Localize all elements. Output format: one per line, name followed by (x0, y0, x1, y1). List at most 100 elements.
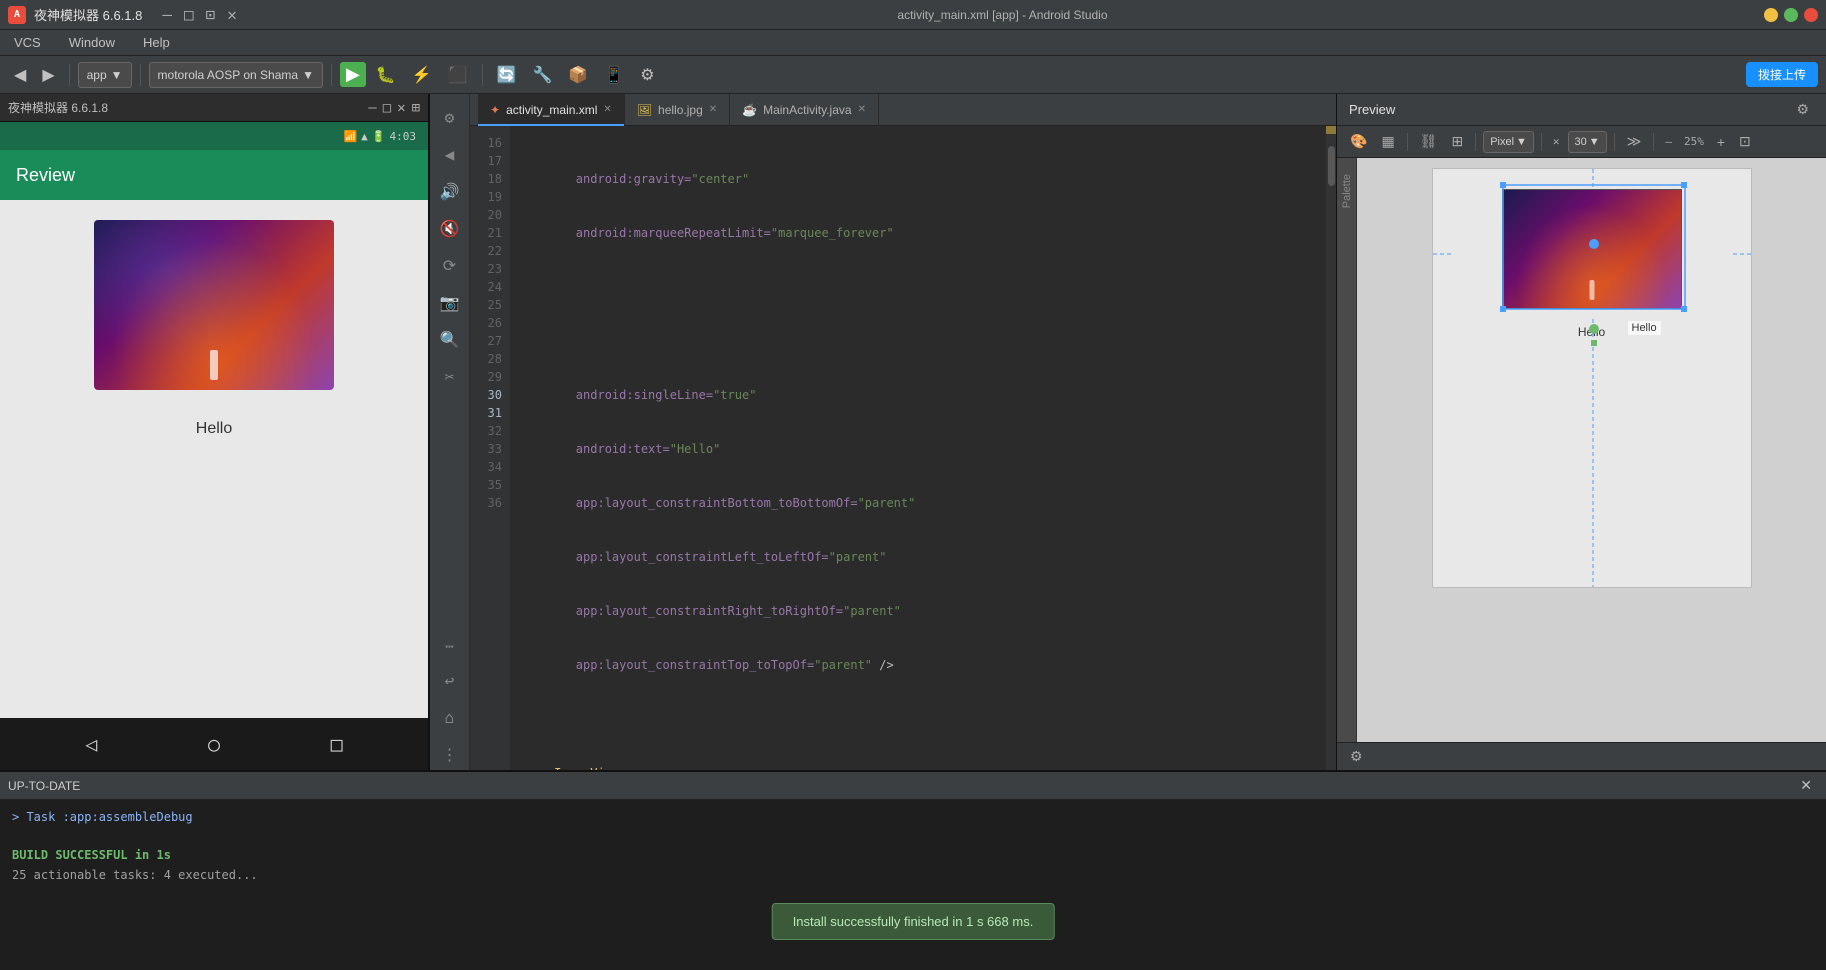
emulator-close[interactable]: ✕ (397, 100, 405, 116)
back-nav-icon[interactable]: ◁ (85, 732, 97, 756)
preview-constraint-button[interactable]: ⛓ (1415, 130, 1443, 153)
minimize-button[interactable] (1764, 8, 1778, 22)
cloud-upload-button[interactable]: 拨接上传 (1746, 62, 1818, 87)
editor-scrollbar[interactable] (1326, 126, 1336, 770)
close-icon[interactable]: ✕ (223, 5, 241, 24)
preview-palette-button[interactable]: 🎨 (1345, 130, 1372, 153)
code-line-21: android:text="Hello" (510, 440, 1326, 458)
run-button[interactable]: ▶ (340, 62, 366, 87)
side-home-icon[interactable]: ⌂ (439, 702, 461, 733)
app-config-dropdown[interactable]: app ▼ (78, 62, 132, 88)
output-line-tasks: 25 actionable tasks: 4 executed... (12, 866, 1814, 885)
maximize-button[interactable] (1784, 8, 1798, 22)
tab-main-activity-label: MainActivity.java (763, 103, 851, 117)
side-speaker-icon[interactable]: 🔊 (434, 176, 466, 207)
menu-window[interactable]: Window (63, 33, 121, 52)
menu-help[interactable]: Help (137, 33, 176, 52)
preview-title: Preview (1349, 102, 1395, 117)
emulator-pin[interactable]: ⊞ (412, 100, 420, 116)
side-back-icon[interactable]: ↩ (439, 665, 461, 696)
tab-close-main-activity[interactable]: ✕ (858, 104, 866, 115)
zoom-level-dropdown[interactable]: 30 ▼ (1568, 131, 1607, 153)
zoom-level-chevron: ▼ (1589, 136, 1600, 148)
minimize-icon[interactable]: — (158, 5, 176, 24)
fullscreen-icon[interactable]: ⊡ (202, 5, 220, 24)
tab-hello-jpg[interactable]: 🖼 hello.jpg ✕ (625, 94, 730, 126)
output-line-blank (12, 827, 1814, 846)
title-bar-left: A 夜神模拟器 6.6.1.8 — □ ⊡ ✕ (8, 5, 241, 24)
line-31: 31 (470, 404, 510, 422)
line-25: 25 (470, 296, 510, 314)
side-rotate-icon[interactable]: ⟳ (437, 250, 462, 281)
preview-sep-3 (1541, 133, 1542, 151)
sdk-button[interactable]: 📦 (562, 61, 594, 89)
line-numbers: 16 17 18 19 20 21 22 23 24 25 26 27 28 2… (470, 126, 510, 770)
emulator-panel: 夜神模拟器 6.6.1.8 — □ ✕ ⊞ 📶 ▲ 🔋 4:03 (0, 94, 430, 770)
tab-main-activity[interactable]: ☕ MainActivity.java ✕ (730, 94, 879, 126)
main-layout: 夜神模拟器 6.6.1.8 — □ ✕ ⊞ 📶 ▲ 🔋 4:03 (0, 94, 1826, 770)
preview-more-button[interactable]: ≫ (1622, 130, 1647, 153)
editor-area: ✦ activity_main.xml ✕ 🖼 hello.jpg ✕ ☕ Ma… (470, 94, 1336, 770)
zoom-in-button[interactable]: + (1712, 131, 1730, 153)
line-27: 27 (470, 332, 510, 350)
line-23: 23 (470, 260, 510, 278)
debug-button[interactable]: 🐛 (370, 61, 402, 89)
preview-image (1502, 189, 1682, 309)
emulator-maximize[interactable]: □ (383, 100, 391, 116)
tab-close-hello-jpg[interactable]: ✕ (709, 104, 717, 115)
code-line-16: android:gravity="center" (510, 170, 1326, 188)
preview-bottom-bar: ⚙ (1337, 742, 1826, 770)
tab-bar: ✦ activity_main.xml ✕ 🖼 hello.jpg ✕ ☕ Ma… (470, 94, 1336, 126)
tab-activity-main[interactable]: ✦ activity_main.xml ✕ (478, 94, 625, 126)
menu-vcs[interactable]: VCS (8, 33, 47, 52)
gradle-button[interactable]: 🔧 (527, 61, 559, 89)
zoom-fit-button[interactable]: ⊡ (1734, 130, 1756, 153)
phone-screen: 📶 ▲ 🔋 4:03 Review Hello (0, 122, 428, 770)
toast-notification: Install successfully finished in 1 s 668… (772, 903, 1055, 940)
pixel-dropdown[interactable]: Pixel ▼ (1483, 131, 1534, 153)
side-cut-icon[interactable]: ✂ (439, 361, 461, 392)
settings-button[interactable]: ⚙ (634, 61, 660, 89)
stop-button[interactable]: ⬛ (442, 61, 474, 89)
preview-bottom-settings[interactable]: ⚙ (1345, 745, 1368, 768)
output-close-button[interactable]: ✕ (1794, 773, 1818, 798)
avd-button[interactable]: 📱 (598, 61, 630, 89)
preview-settings-button[interactable]: ⚙ (1791, 98, 1814, 121)
preview-align-button[interactable]: ⊞ (1446, 130, 1468, 153)
toolbar-separator-2 (140, 64, 141, 86)
side-overflow-icon[interactable]: ⋮ (436, 739, 464, 770)
zoom-level-label: 30 (1575, 136, 1587, 148)
emulator-app-name: 夜神模拟器 6.6.1.8 (34, 5, 142, 24)
line-30: 30 (470, 386, 510, 404)
profile-button[interactable]: ⚡ (406, 61, 438, 89)
scroll-thumb[interactable] (1328, 146, 1335, 186)
status-icons: 📶 ▲ 🔋 4:03 (343, 130, 416, 143)
close-button[interactable] (1804, 8, 1818, 22)
code-content[interactable]: android:gravity="center" android:marquee… (510, 126, 1326, 770)
side-screenshot-icon[interactable]: 📷 (434, 287, 466, 318)
recents-nav-icon[interactable]: □ (331, 732, 343, 756)
forward-nav-button[interactable]: ▶ (36, 61, 60, 89)
preview-sep-1 (1407, 133, 1408, 151)
tab-close-activity-main[interactable]: ✕ (603, 104, 611, 115)
device-dropdown[interactable]: motorola AOSP on Shama ▼ (149, 62, 323, 88)
main-toolbar: ◀ ▶ app ▼ motorola AOSP on Shama ▼ ▶ 🐛 ⚡… (0, 56, 1826, 94)
side-settings-icon[interactable]: ⚙ (439, 102, 461, 133)
preview-sep-2 (1475, 133, 1476, 151)
preview-layout-button[interactable]: ▦ (1376, 130, 1399, 153)
pixel-label: Pixel (1490, 136, 1514, 148)
line-26: 26 (470, 314, 510, 332)
code-line-23: app:layout_constraintLeft_toLeftOf="pare… (510, 548, 1326, 566)
back-nav-button[interactable]: ◀ (8, 61, 32, 89)
preview-hello-label: Hello (1628, 321, 1661, 335)
menu-bar: VCS Window Help (0, 30, 1826, 56)
side-collapse-icon[interactable]: ◀ (439, 139, 461, 170)
output-line-success: BUILD SUCCESSFUL in 1s (12, 846, 1814, 865)
side-mute-icon[interactable]: 🔇 (434, 213, 466, 244)
side-zoom-icon[interactable]: 🔍 (434, 324, 466, 355)
maximize-icon[interactable]: □ (180, 5, 198, 24)
emulator-minimize[interactable]: — (368, 100, 376, 116)
home-nav-icon[interactable]: ○ (208, 732, 220, 756)
sync-button[interactable]: 🔄 (491, 61, 523, 89)
side-more-icon[interactable]: ⋯ (441, 635, 457, 659)
